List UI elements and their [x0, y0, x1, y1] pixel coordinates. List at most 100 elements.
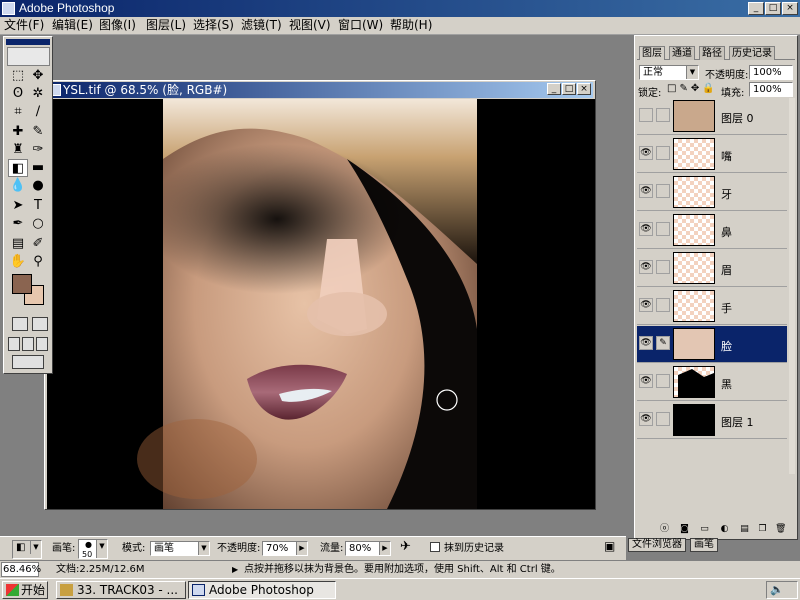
menu-select[interactable]: 选择(S) — [193, 17, 234, 34]
task-button-track03[interactable]: 33. TRACK03 - ... — [56, 581, 186, 599]
screen-mode-full-icon[interactable] — [36, 337, 48, 351]
foreground-color-swatch[interactable] — [12, 274, 32, 294]
doc-close-button[interactable]: × — [577, 83, 591, 95]
erase-to-history-checkbox[interactable] — [430, 542, 440, 552]
volume-icon[interactable]: 🔈 — [770, 583, 784, 596]
menu-view[interactable]: 视图(V) — [289, 17, 331, 34]
doc-maximize-button[interactable]: □ — [562, 83, 576, 95]
layer-link-toggle[interactable] — [656, 222, 670, 236]
pen-tool-icon[interactable]: ✒ — [8, 215, 28, 233]
close-button[interactable]: × — [782, 2, 798, 15]
start-button[interactable]: 开始 — [2, 581, 48, 599]
menu-filter[interactable]: 滤镜(T) — [241, 17, 282, 34]
shape-tool-icon[interactable]: ○ — [28, 215, 48, 233]
screen-mode-full-menu-icon[interactable] — [22, 337, 34, 351]
blur-tool-icon[interactable]: 💧 — [8, 177, 28, 195]
layer-row[interactable]: 👁 图层 1 — [637, 402, 787, 439]
notes-tool-icon[interactable]: ▤ — [8, 235, 28, 253]
layer-link-toggle[interactable] — [656, 184, 670, 198]
mode-select[interactable]: 画笔 ▼ — [150, 541, 210, 556]
path-select-icon[interactable]: ➤ — [8, 197, 28, 215]
eye-icon[interactable]: 👁 — [639, 260, 653, 274]
eye-icon[interactable]: 👁 — [639, 184, 653, 198]
screen-mode-standard-icon[interactable] — [8, 337, 20, 351]
minimize-button[interactable]: _ — [748, 2, 764, 15]
type-tool-icon[interactable]: T — [28, 197, 48, 215]
layer-row[interactable]: 👁 嘴 — [637, 136, 787, 173]
slice-tool-icon[interactable]: ∕ — [28, 103, 48, 121]
eye-icon[interactable]: 👁 — [639, 412, 653, 426]
layer-link-toggle[interactable] — [656, 146, 670, 160]
layer-row[interactable]: 👁 鼻 — [637, 212, 787, 249]
layer-row[interactable]: 👁 牙 — [637, 174, 787, 211]
layer-fill-input[interactable]: 100% — [749, 82, 793, 97]
menu-image[interactable]: 图像(I) — [99, 17, 136, 34]
zoom-tool-icon[interactable]: ⚲ — [28, 253, 48, 271]
eye-icon[interactable]: 👁 — [639, 146, 653, 160]
chevron-right-icon[interactable]: ▶ — [232, 563, 238, 576]
eye-icon[interactable]: 👁 — [639, 298, 653, 312]
tab-history[interactable]: 历史记录 — [729, 46, 775, 60]
brush-tool-icon[interactable]: ✎ — [28, 123, 48, 141]
lock-icons[interactable]: □✎✥🔒 — [667, 83, 718, 94]
standard-mode-icon[interactable] — [12, 317, 28, 331]
new-layer-icon[interactable]: ❐ — [757, 524, 768, 534]
tab-file-browser[interactable]: 文件浏览器 — [628, 538, 686, 552]
image-canvas[interactable] — [47, 99, 595, 509]
layers-scrollbar[interactable] — [789, 98, 795, 474]
eraser-tool-icon[interactable]: ◧ — [8, 159, 28, 177]
dodge-tool-icon[interactable]: ● — [28, 177, 48, 195]
jump-to-imageready-icon[interactable] — [12, 355, 44, 369]
tab-layers[interactable]: 图层 — [639, 46, 665, 60]
tool-preset-picker[interactable]: ◧ ▼ — [12, 540, 42, 559]
visibility-toggle[interactable] — [639, 108, 653, 122]
quick-mask-icon[interactable] — [32, 317, 48, 331]
menu-edit[interactable]: 编辑(E) — [52, 17, 93, 34]
brush-picker[interactable]: ● 50 ▼ — [78, 539, 108, 559]
layer-link-toggle[interactable] — [656, 374, 670, 388]
doc-size[interactable]: 文档:2.25M/12.6M — [56, 563, 145, 576]
flow-input[interactable]: 80% ▶ — [345, 541, 391, 556]
magic-wand-icon[interactable]: ✲ — [28, 85, 48, 103]
layer-style-icon[interactable]: ⓞ — [659, 524, 670, 534]
task-button-photoshop[interactable]: Adobe Photoshop — [188, 581, 336, 599]
palette-well-icon[interactable]: ▣ — [604, 540, 615, 553]
menu-help[interactable]: 帮助(H) — [390, 17, 432, 34]
maximize-button[interactable]: □ — [765, 2, 781, 15]
marquee-tool-icon[interactable]: ⬚ — [8, 67, 28, 85]
layer-row[interactable]: 图层 0 — [637, 98, 787, 135]
eye-icon[interactable]: 👁 — [639, 374, 653, 388]
clone-stamp-icon[interactable]: ♜ — [8, 141, 28, 159]
menu-window[interactable]: 窗口(W) — [338, 17, 383, 34]
move-tool-icon[interactable]: ✥ — [28, 67, 48, 85]
layer-opacity-input[interactable]: 100% — [749, 65, 793, 80]
lasso-tool-icon[interactable]: ʘ — [8, 85, 28, 103]
zoom-level-input[interactable]: 68.46% — [1, 562, 41, 577]
layer-link-toggle[interactable] — [656, 260, 670, 274]
opacity-input[interactable]: 70% ▶ — [262, 541, 308, 556]
layer-mask-icon[interactable]: ◙ — [679, 524, 690, 534]
layer-row[interactable]: 👁 黑 — [637, 364, 787, 401]
new-set-icon[interactable]: ▭ — [699, 524, 710, 534]
adjustment-layer-icon[interactable]: ◐ — [719, 524, 730, 534]
crop-tool-icon[interactable]: ⌗ — [8, 103, 28, 121]
doc-minimize-button[interactable]: _ — [547, 83, 561, 95]
layer-row-selected[interactable]: 👁 ✎ 脸 — [637, 326, 787, 363]
eye-icon[interactable]: 👁 — [639, 222, 653, 236]
hand-tool-icon[interactable]: ✋ — [8, 253, 28, 271]
eyedropper-icon[interactable]: ✐ — [28, 235, 48, 253]
layer-row[interactable]: 👁 手 — [637, 288, 787, 325]
history-brush-icon[interactable]: ✑ — [28, 141, 48, 159]
tab-channels[interactable]: 通道 — [669, 46, 695, 60]
healing-brush-icon[interactable]: ✚ — [8, 123, 28, 141]
layer-link-toggle[interactable] — [656, 298, 670, 312]
layer-link-toggle[interactable] — [656, 108, 670, 122]
layer-link-toggle[interactable] — [656, 412, 670, 426]
menu-file[interactable]: 文件(F) — [4, 17, 44, 34]
document-titlebar[interactable]: YSL.tif @ 68.5% (脸, RGB#) _ □ × — [47, 82, 593, 98]
menu-layer[interactable]: 图层(L) — [146, 17, 186, 34]
delete-layer-icon[interactable]: 🗑 — [775, 524, 786, 534]
airbrush-icon[interactable]: ✈ — [400, 540, 411, 553]
brush-icon[interactable]: ✎ — [656, 336, 670, 350]
eye-icon[interactable]: 👁 — [639, 336, 653, 350]
